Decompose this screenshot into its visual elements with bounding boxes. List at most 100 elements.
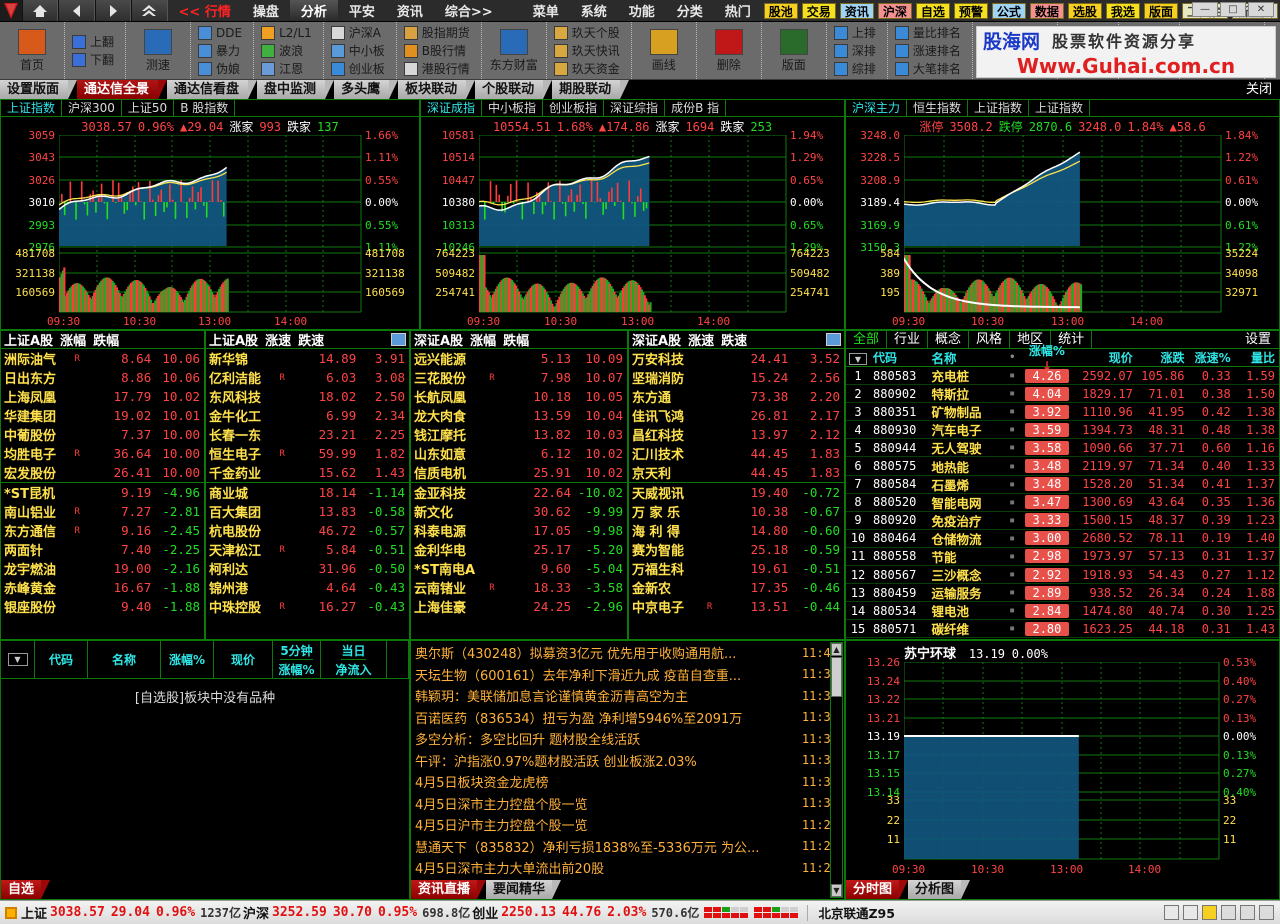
ribbon-button-股指期货[interactable]: 股指期货 <box>403 24 474 41</box>
list-row-loser[interactable]: 万 家 乐 10.38 -0.67 <box>629 502 844 521</box>
list-row-loser[interactable]: 中珠控股 R 16.27 -0.43 <box>206 597 409 616</box>
col-header-name[interactable]: 名称 <box>928 348 1010 367</box>
chart-tab-2-1[interactable]: 恒生指数 <box>907 100 969 116</box>
list-row-loser[interactable]: 两面针 7.40 -2.25 <box>1 540 204 559</box>
ranking-row[interactable]: 5 880944 无人驾驶 ▪ 3.58 1090.66 37.71 0.60 1.16 <box>846 439 1279 458</box>
list-row-gainer[interactable]: 新华锦 14.89 3.91 <box>206 349 409 368</box>
list-row-gainer[interactable]: 钱江摩托 13.82 10.03 <box>411 425 627 444</box>
chart-tab-2-3[interactable]: 上证指数 <box>1029 100 1091 116</box>
list-row-loser[interactable]: 百大集团 13.83 -0.58 <box>206 502 409 521</box>
ribbon-button-DDE[interactable]: DDE <box>198 24 246 41</box>
mini-tab-0[interactable]: 分时图 <box>846 880 909 899</box>
list-row-loser[interactable]: 商业城 18.14 -1.14 <box>206 483 409 502</box>
selfselect-dropdown[interactable]: ▼ <box>1 641 35 678</box>
chart-tab-2-2[interactable]: 上证指数 <box>968 100 1030 116</box>
news-tab-1[interactable]: 要闻精华 <box>486 880 562 899</box>
news-item[interactable]: 韩颖玥：美联储加息言论谨慎黄金沥青高空为主 11:34 <box>411 685 844 707</box>
maximize-button[interactable]: □ <box>1220 2 1246 17</box>
ribbon-button-玖天个股[interactable]: 玖天个股 <box>553 24 624 41</box>
list-row-gainer[interactable]: 洲际油气 R 8.64 10.06 <box>1 349 204 368</box>
ranking-tab-0[interactable]: 全部 <box>846 331 888 348</box>
list-row-loser[interactable]: 金新农 17.35 -0.46 <box>629 578 844 597</box>
quick-button-3[interactable]: 沪深 <box>877 3 912 19</box>
col-header-code[interactable]: 代码 <box>870 349 927 366</box>
quick-button-0[interactable]: 股池 <box>763 3 798 19</box>
menu-item-10[interactable]: 热门 <box>714 0 762 21</box>
ribbon-button-深排[interactable]: 深排 <box>833 42 880 59</box>
layout-tab-5[interactable]: 板块联动 <box>398 80 476 99</box>
ranking-row[interactable]: 15 880571 碳纤维 ▪ 2.80 1623.25 44.18 0.31 1.43 <box>846 620 1279 639</box>
list-row-gainer[interactable]: 千金药业 15.62 1.43 <box>206 463 409 482</box>
chart-tab-1-2[interactable]: 创业板指 <box>543 100 605 116</box>
ribbon-button-波浪[interactable]: 波浪 <box>261 42 316 59</box>
ss-col-today[interactable]: 当日 净流入 <box>321 641 387 678</box>
chart-body-2[interactable]: 3248.0 3228.5 3208.9 3189.4 3169.9 3150.3 1.84… <box>846 129 1279 328</box>
quick-button-4[interactable]: 自选 <box>915 3 950 19</box>
tray-list-icon[interactable] <box>1183 905 1198 920</box>
list-row-loser[interactable]: *ST昆机 9.19 -4.96 <box>1 483 204 502</box>
layout-tab-0[interactable]: 设置版面 <box>0 80 78 99</box>
menu-item-2[interactable]: 分析 <box>289 0 338 21</box>
list-row-gainer[interactable]: 均胜电子 R 36.64 10.00 <box>1 444 204 463</box>
up-nav-button[interactable] <box>131 0 168 21</box>
tray-coin-icon[interactable] <box>1202 905 1217 920</box>
chart-body-0[interactable]: 3059 3043 3026 3010 2993 2976 1.66% 1.11% 0.55% 0… <box>1 129 419 328</box>
quick-button-7[interactable]: 数据 <box>1029 3 1064 19</box>
list-row-gainer[interactable]: 龙大肉食 13.59 10.04 <box>411 406 627 425</box>
quick-button-5[interactable]: 预警 <box>953 3 988 19</box>
ribbon-button-东方财富[interactable]: 东方财富 <box>489 28 539 73</box>
ribbon-button-中小板[interactable]: 中小板 <box>330 42 389 59</box>
tray-window-icon[interactable] <box>1164 905 1179 920</box>
news-item[interactable]: 天坛生物（600161）去年净利下滑近九成 疫苗自查重... 11:37 <box>411 664 844 686</box>
ranking-row[interactable]: 8 880520 智能电网 ▪ 3.47 1300.69 43.64 0.35 1.36 <box>846 494 1279 512</box>
list-settings-icon[interactable] <box>391 333 406 346</box>
chart-body-1[interactable]: 10581 10514 10447 10380 10313 10246 1.94% 1.29%… <box>421 129 844 328</box>
ranking-tab-2[interactable]: 概念 <box>928 331 970 348</box>
list-row-gainer[interactable]: 汇川技术 44.45 1.83 <box>629 444 844 463</box>
list-row-gainer[interactable]: 长航凤凰 10.18 10.05 <box>411 387 627 406</box>
list-row-loser[interactable]: 龙宇燃油 19.00 -2.16 <box>1 559 204 578</box>
layout-tab-3[interactable]: 盘中监测 <box>257 80 335 99</box>
news-tab-0[interactable]: 资讯直播 <box>411 880 487 899</box>
menu-item-5[interactable]: 综合>> <box>434 0 504 21</box>
quick-button-9[interactable]: 我选 <box>1105 3 1140 19</box>
list-row-loser[interactable]: 南山铝业 R 7.27 -2.81 <box>1 502 204 521</box>
list-row-gainer[interactable]: 亿利洁能 R 6.03 3.08 <box>206 368 409 387</box>
list-row-loser[interactable]: 天威视讯 19.40 -0.72 <box>629 483 844 502</box>
chart-tab-0-1[interactable]: 沪深300 <box>62 100 122 116</box>
home-nav-button[interactable] <box>21 0 59 21</box>
ribbon-button-上翻[interactable]: 上翻 <box>72 33 118 50</box>
ranking-row[interactable]: 12 880567 三沙概念 ▪ 2.92 1918.93 54.43 0.27 1.12 <box>846 566 1279 585</box>
list-row-gainer[interactable]: 宏发股份 26.41 10.00 <box>1 463 204 482</box>
ranking-settings-button[interactable]: 设置 <box>1237 331 1279 348</box>
ranking-row[interactable]: 14 880534 锂电池 ▪ 2.84 1474.80 40.74 0.30 1.25 <box>846 602 1279 621</box>
layout-tab-7[interactable]: 期股联动 <box>552 80 630 99</box>
list-row-loser[interactable]: 万福生科 19.61 -0.51 <box>629 559 844 578</box>
quick-button-1[interactable]: 交易 <box>801 3 836 19</box>
ribbon-button-B股行情[interactable]: B股行情 <box>403 42 474 59</box>
list-col-down[interactable]: 跌速 <box>298 331 324 349</box>
list-row-loser[interactable]: 科泰电源 17.05 -9.98 <box>411 521 627 540</box>
tray-more-icon[interactable] <box>1259 905 1274 920</box>
quick-button-8[interactable]: 选股 <box>1067 3 1102 19</box>
list-row-loser[interactable]: 中京电子 R 13.51 -0.44 <box>629 597 844 616</box>
ribbon-button-沪深A[interactable]: 沪深A <box>330 24 389 41</box>
ribbon-button-版面[interactable]: 版面 <box>769 28 819 73</box>
news-item[interactable]: 慧通天下（835832）净利亏损1838%至-5336万元 为公... 11:29 <box>411 836 844 858</box>
ss-col-5min[interactable]: 5分钟 涨幅% <box>273 641 321 678</box>
ranking-row[interactable]: 2 880902 特斯拉 ▪ 4.04 1829.17 71.01 0.38 1.50 <box>846 385 1279 404</box>
list-row-loser[interactable]: 云南锗业 R 18.33 -3.58 <box>411 578 627 597</box>
list-row-loser[interactable]: 金亚科技 22.64 -10.02 <box>411 483 627 502</box>
list-row-loser[interactable]: 新文化 30.62 -9.99 <box>411 502 627 521</box>
list-row-loser[interactable]: 天津松江 R 5.84 -0.51 <box>206 540 409 559</box>
ss-col-name[interactable]: 名称 <box>88 641 161 678</box>
list-row-gainer[interactable]: 三花股份 R 7.98 10.07 <box>411 368 627 387</box>
tray-up-icon[interactable] <box>1240 905 1255 920</box>
news-scrollbar[interactable]: ▲ ▼ <box>830 642 843 898</box>
ribbon-button-玖天资金[interactable]: 玖天资金 <box>553 60 624 77</box>
chart-tab-0-2[interactable]: 上证50 <box>122 100 175 116</box>
list-row-gainer[interactable]: 东风科技 18.02 2.50 <box>206 387 409 406</box>
ranking-row[interactable]: 13 880459 运输服务 ▪ 2.89 938.52 26.34 0.24 1.88 <box>846 584 1279 603</box>
list-row-loser[interactable]: 杭电股份 46.72 -0.57 <box>206 521 409 540</box>
list-col-down[interactable]: 跌幅 <box>503 331 529 349</box>
